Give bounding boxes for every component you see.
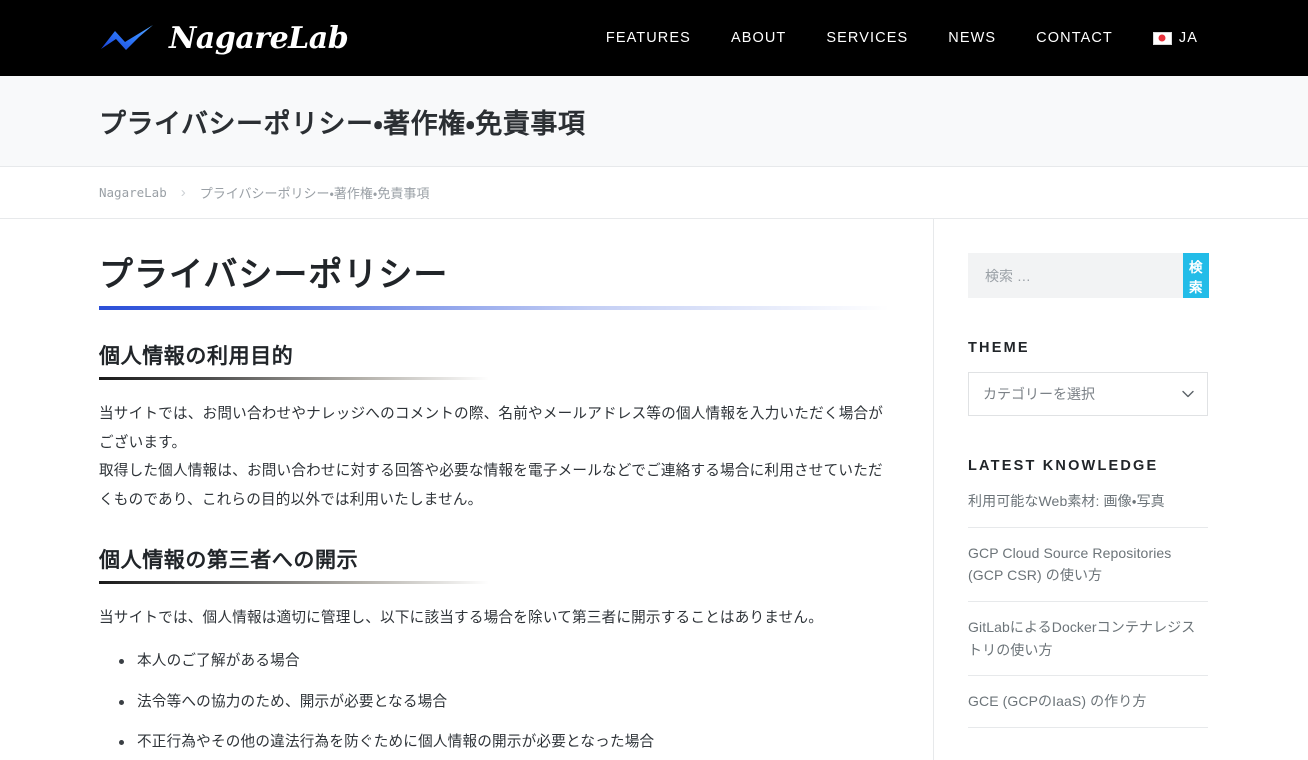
site-header: NagareLab FEATURES ABOUT SERVICES NEWS C… <box>0 0 1308 76</box>
breadcrumb-current: プライバシーポリシー・著作権・免責事項 <box>199 186 430 201</box>
disclosure-bullet-list: 本人のご了解がある場合 法令等への協力のため、開示が必要となる場合 不正行為やそ… <box>99 650 887 754</box>
japan-flag-icon <box>1152 31 1172 45</box>
breadcrumb-separator-icon: › <box>180 184 186 201</box>
latest-knowledge-title: LATEST KNOWLEDGE <box>968 458 1159 474</box>
article-content: プライバシーポリシー 個人情報の利用目的 当サイトでは、お問い合わせやナレッジへ… <box>0 219 934 760</box>
knowledge-link[interactable]: 利用可能なWeb素材: 画像・写真 <box>968 490 1208 513</box>
category-select-wrapper: カテゴリーを選択 <box>968 372 1208 416</box>
brand-name: NagareLab <box>169 20 349 56</box>
nav-item-services[interactable]: SERVICES <box>826 30 908 46</box>
breadcrumb-home-link[interactable]: NagareLab <box>99 185 167 200</box>
theme-widget: THEME カテゴリーを選択 <box>968 340 1208 416</box>
knowledge-link[interactable]: GitLabによるDockerコンテナレジストリの使い方 <box>968 616 1208 661</box>
list-item: 不正行為やその他の違法行為を防ぐために個人情報の開示が必要となった場合 <box>119 731 887 754</box>
page-title-band: プライバシーポリシー・著作権・免責事項 <box>0 76 1308 167</box>
zigzag-arrow-logo-icon <box>99 23 155 53</box>
section-paragraph: 当サイトでは、個人情報は適切に管理し、以下に該当する場合を除いて第三者に開示する… <box>99 610 824 626</box>
list-item: 利用可能なWeb素材: 画像・写真 <box>968 490 1208 528</box>
nav-item-features[interactable]: FEATURES <box>606 30 691 46</box>
language-label: JA <box>1178 30 1198 46</box>
entry-title-underline <box>99 306 889 311</box>
page-layout: プライバシーポリシー 個人情報の利用目的 当サイトでは、お問い合わせやナレッジへ… <box>0 219 1308 760</box>
list-item: 法令等への協力のため、開示が必要となる場合 <box>119 691 887 714</box>
category-select[interactable]: カテゴリーを選択 <box>968 372 1208 416</box>
entry-title: プライバシーポリシー <box>99 256 449 294</box>
latest-knowledge-widget: LATEST KNOWLEDGE 利用可能なWeb素材: 画像・写真 GCP C… <box>968 458 1208 729</box>
nav-item-news[interactable]: NEWS <box>948 30 996 46</box>
section-heading-disclosure: 個人情報の第三者への開示 <box>99 549 359 572</box>
brand-logo-link[interactable]: NagareLab <box>99 20 349 56</box>
section-paragraph: 当サイトでは、お問い合わせやナレッジへのコメントの際、名前やメールアドレス等の個… <box>99 406 884 451</box>
search-button[interactable]: 検索 <box>1183 253 1209 298</box>
list-item: GCE (GCPのIaaS) の作り方 <box>968 690 1208 729</box>
section-paragraph: 取得した個人情報は、お問い合わせに対する回答や必要な情報を電子メールなどでご連絡… <box>99 463 883 508</box>
knowledge-link[interactable]: GCP Cloud Source Repositories (GCP CSR) … <box>968 542 1208 587</box>
knowledge-link[interactable]: GCE (GCPのIaaS) の作り方 <box>968 690 1208 713</box>
search-input[interactable] <box>968 253 1183 298</box>
main-navigation: FEATURES ABOUT SERVICES NEWS CONTACT JA <box>606 30 1198 46</box>
language-switcher[interactable]: JA <box>1152 30 1198 46</box>
latest-knowledge-list: 利用可能なWeb素材: 画像・写真 GCP Cloud Source Repos… <box>968 490 1208 729</box>
list-item: 本人のご了解がある場合 <box>119 650 887 673</box>
nav-item-contact[interactable]: CONTACT <box>1036 30 1113 46</box>
section-heading-underline <box>99 581 489 584</box>
page-title: プライバシーポリシー・著作権・免責事項 <box>99 108 586 139</box>
breadcrumb: NagareLab › プライバシーポリシー・著作権・免責事項 <box>99 183 429 202</box>
theme-widget-title: THEME <box>968 340 1030 356</box>
breadcrumb-band: NagareLab › プライバシーポリシー・著作権・免責事項 <box>0 167 1308 219</box>
search-form: 検索 <box>968 253 1209 298</box>
nav-item-about[interactable]: ABOUT <box>731 30 786 46</box>
sidebar: 検索 THEME カテゴリーを選択 LATEST KNOWLEDGE 利用可能な… <box>934 219 1308 760</box>
list-item: GCP Cloud Source Repositories (GCP CSR) … <box>968 542 1208 603</box>
section-heading-purpose: 個人情報の利用目的 <box>99 345 294 369</box>
list-item: GitLabによるDockerコンテナレジストリの使い方 <box>968 616 1208 677</box>
section-heading-underline <box>99 377 489 381</box>
